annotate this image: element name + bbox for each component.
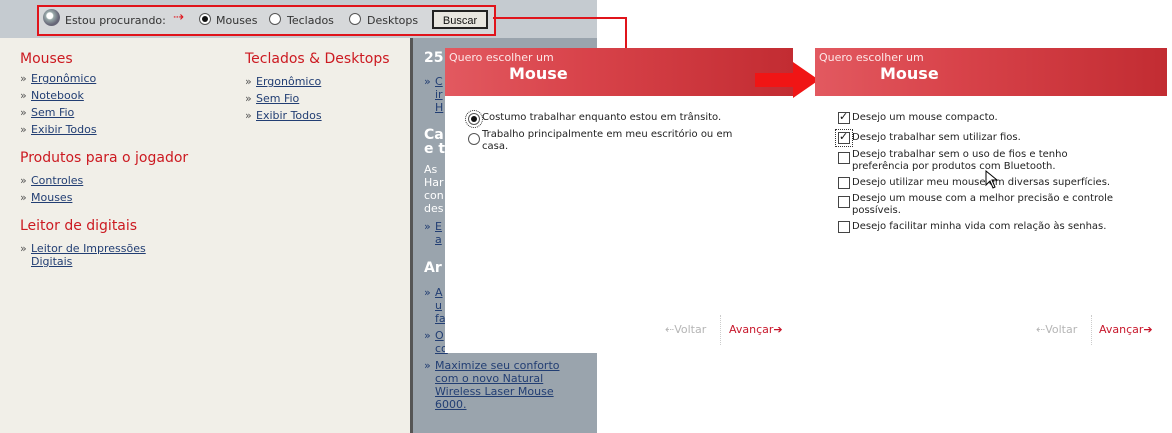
separator: [1091, 315, 1092, 345]
panel-subtitle: Quero escolher um: [819, 51, 924, 64]
sidebar-link-2a[interactable]: E: [435, 220, 442, 233]
bullet: »: [424, 75, 431, 88]
option-text[interactable]: Desejo trabalhar sem o uso de fios e ten…: [852, 149, 1068, 161]
radio-mouses[interactable]: [199, 13, 211, 25]
wizard-panel-1: Quero escolher um Mouse Costumo trabalha…: [445, 48, 793, 353]
arrow-icon: ⇢: [173, 10, 184, 25]
next-button[interactable]: Avançar➔: [1099, 323, 1153, 336]
option-radio-escritorio[interactable]: [468, 133, 480, 145]
sidebar-text: As: [424, 163, 438, 176]
category-heading-teclados: Teclados & Desktops: [245, 51, 390, 67]
option-text[interactable]: Desejo trabalhar sem utilizar fios.: [852, 132, 1021, 144]
option-text[interactable]: Costumo trabalhar enquanto estou em trân…: [482, 112, 721, 124]
sidebar-feature-link[interactable]: 6000.: [435, 398, 467, 411]
bullet: »: [245, 109, 252, 122]
bullet: »: [20, 123, 27, 136]
back-button[interactable]: ⇠Voltar: [1036, 323, 1077, 336]
sidebar-link-3a[interactable]: A: [435, 286, 443, 299]
option-text[interactable]: Desejo um mouse compacto.: [852, 112, 998, 124]
option-text[interactable]: Desejo utilizar meu mouse em diversas su…: [852, 177, 1110, 189]
bullet: »: [424, 359, 431, 372]
arrow-right-icon: [755, 62, 819, 98]
sidebar-feature-link[interactable]: com o novo Natural: [435, 372, 543, 385]
next-label: Avançar: [729, 323, 774, 336]
bullet: »: [245, 75, 252, 88]
sidebar-feature-link[interactable]: Maximize seu conforto: [435, 359, 560, 372]
panel-title: Mouse: [509, 64, 568, 83]
checkbox-sem-fios[interactable]: [835, 129, 853, 147]
radio-label-teclados[interactable]: Teclados: [287, 14, 334, 27]
bullet: »: [20, 174, 27, 187]
sidebar-link-1c[interactable]: H: [435, 101, 443, 114]
sidebar-link-1a[interactable]: C: [435, 75, 443, 88]
link-teclados-exibir-todos[interactable]: Exibir Todos: [256, 109, 322, 122]
sidebar-text: des: [424, 202, 444, 215]
panel-title: Mouse: [880, 64, 939, 83]
sidebar-heading-3: Ar: [424, 260, 442, 276]
option-radio-transito[interactable]: [465, 110, 483, 128]
bullet: »: [20, 191, 27, 204]
link-sem-fio[interactable]: Sem Fio: [31, 106, 74, 119]
connector-line-vertical: [625, 17, 627, 49]
bullet: »: [20, 242, 27, 255]
search-label: Estou procurando:: [65, 14, 166, 27]
link-controles[interactable]: Controles: [31, 174, 83, 187]
sidebar-heading-2b: e t: [424, 141, 446, 157]
bullet: »: [20, 72, 27, 85]
category-heading-mouses: Mouses: [20, 51, 73, 67]
option-text[interactable]: Desejo um mouse com a melhor precisão e …: [852, 193, 1113, 205]
radio-label-desktops[interactable]: Desktops: [367, 14, 418, 27]
next-label: Avançar: [1099, 323, 1144, 336]
connector-line: [493, 17, 627, 19]
link-teclados-sem-fio[interactable]: Sem Fio: [256, 92, 299, 105]
search-button[interactable]: Buscar: [432, 10, 488, 29]
bullet: »: [20, 106, 27, 119]
sidebar-text: con: [424, 189, 444, 202]
sidebar-link-2b[interactable]: a: [435, 233, 442, 246]
bullet: »: [424, 286, 431, 299]
checkbox-bluetooth[interactable]: [838, 152, 850, 164]
link-exibir-todos[interactable]: Exibir Todos: [31, 123, 97, 136]
checkbox-senhas[interactable]: [838, 221, 850, 233]
link-leitor-impressoes[interactable]: Leitor de Impressões Digitais: [31, 242, 161, 268]
bullet: »: [424, 220, 431, 233]
radio-label-mouses[interactable]: Mouses: [216, 14, 257, 27]
link-ergonomico[interactable]: Ergonômico: [31, 72, 96, 85]
sidebar-feature-link[interactable]: Wireless Laser Mouse: [435, 385, 554, 398]
checkbox-compacto[interactable]: [838, 110, 850, 124]
link-notebook[interactable]: Notebook: [31, 89, 84, 102]
radio-teclados[interactable]: [269, 13, 281, 25]
sidebar-heading-1: 25: [424, 50, 444, 66]
sidebar-link-4a[interactable]: O: [435, 329, 444, 342]
bullet: »: [424, 329, 431, 342]
link-teclados-ergonomico[interactable]: Ergonômico: [256, 75, 321, 88]
option-text[interactable]: Trabalho principalmente em meu escritóri…: [482, 129, 732, 141]
category-heading-digitais: Leitor de digitais: [20, 218, 138, 234]
panel-subtitle: Quero escolher um: [449, 51, 554, 64]
back-label: Voltar: [674, 323, 707, 336]
sidebar-text: Har: [424, 176, 444, 189]
option-text[interactable]: preferência por produtos com Bluetooth.: [852, 161, 1056, 173]
option-text[interactable]: possíveis.: [852, 205, 901, 217]
checkbox-precisao[interactable]: [838, 196, 850, 208]
wizard-panel-2: Quero escolher um Mouse Desejo um mouse …: [815, 48, 1167, 353]
sidebar-link-3b[interactable]: u: [435, 299, 442, 312]
radio-desktops[interactable]: [349, 13, 361, 25]
search-icon: [43, 9, 60, 26]
option-text[interactable]: casa.: [482, 141, 508, 153]
mouse-cursor-icon: [985, 170, 999, 189]
option-text[interactable]: Desejo facilitar minha vida com relação …: [852, 221, 1106, 233]
next-button[interactable]: Avançar➔: [729, 323, 783, 336]
back-label: Voltar: [1045, 323, 1078, 336]
sidebar-link-1b[interactable]: ir: [435, 88, 443, 101]
checkbox-superficies[interactable]: [838, 177, 850, 189]
back-button[interactable]: ⇠Voltar: [665, 323, 706, 336]
bullet: »: [20, 89, 27, 102]
category-heading-jogador: Produtos para o jogador: [20, 150, 189, 166]
bullet: »: [245, 92, 252, 105]
link-mouses-jogador[interactable]: Mouses: [31, 191, 72, 204]
separator: [720, 315, 721, 345]
